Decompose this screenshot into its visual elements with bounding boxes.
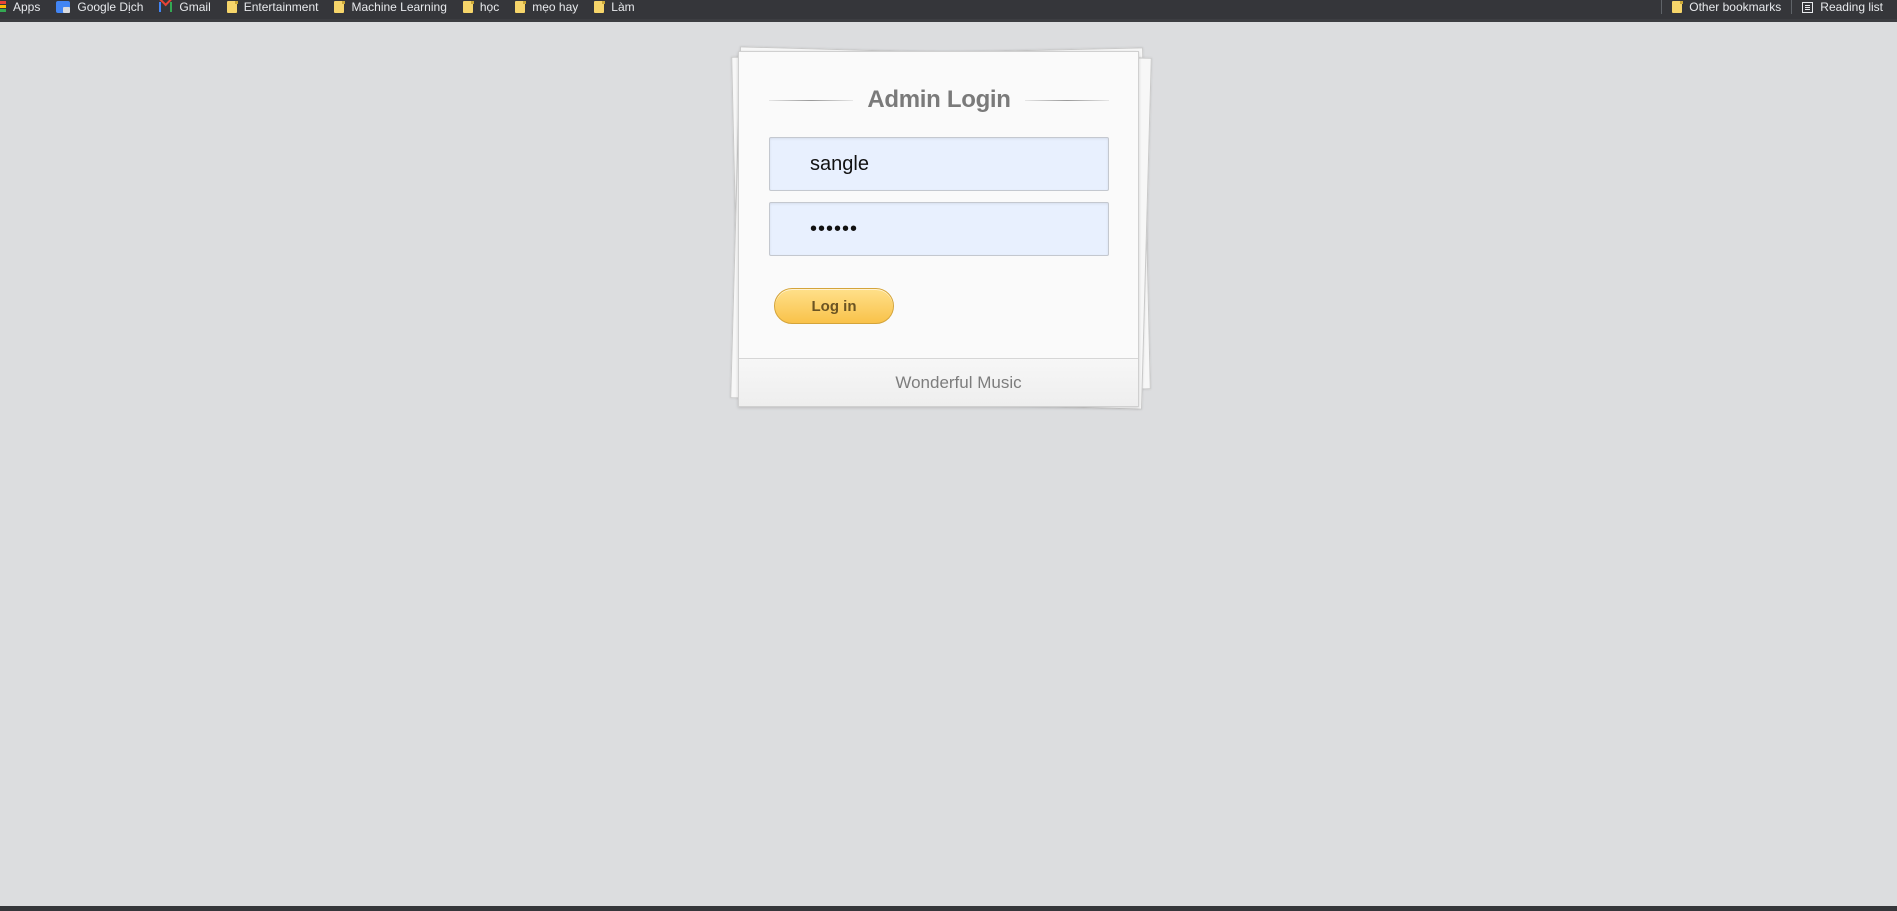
bookmarks-separator <box>1791 0 1793 14</box>
admin-login-card: Admin Login Log in Wonderful Music <box>738 51 1139 407</box>
folder-icon <box>334 1 346 13</box>
page-title: Admin Login <box>867 86 1011 113</box>
bookmark-apps[interactable]: Apps <box>0 0 40 14</box>
apps-icon <box>0 1 6 13</box>
password-field[interactable] <box>769 202 1109 256</box>
folder-icon <box>515 1 527 13</box>
bookmark-label: Other bookmarks <box>1689 0 1782 14</box>
bookmark-label: Entertainment <box>243 0 319 14</box>
bookmark-label: Apps <box>13 0 41 14</box>
bookmark-google-dich[interactable]: Google Dịch <box>56 0 143 14</box>
bookmark-label: Gmail <box>179 0 211 14</box>
bookmarks-right-group: Other bookmarks Reading list <box>1651 0 1883 14</box>
title-divider-left <box>769 99 854 101</box>
reading-list-icon <box>1802 1 1814 13</box>
login-title-row: Admin Login <box>769 82 1109 118</box>
username-field[interactable] <box>769 137 1109 191</box>
login-button[interactable]: Log in <box>774 288 894 324</box>
folder-icon <box>1672 1 1684 13</box>
bookmark-reading-list[interactable]: Reading list <box>1802 0 1883 14</box>
bookmarks-separator <box>1661 0 1663 14</box>
taskbar-edge <box>0 906 1897 911</box>
bookmark-gmail[interactable]: Gmail <box>159 0 211 14</box>
gmail-icon <box>159 2 173 12</box>
bookmark-folder-entertainment[interactable]: Entertainment <box>226 0 319 14</box>
bookmark-folder-machine-learning[interactable]: Machine Learning <box>334 0 447 14</box>
folder-icon <box>594 1 606 13</box>
folder-icon <box>226 1 238 13</box>
bookmark-label: học <box>479 0 500 14</box>
bookmark-label: Reading list <box>1820 0 1883 14</box>
folder-icon <box>462 1 474 13</box>
bookmark-folder-lam[interactable]: Làm <box>594 0 635 14</box>
bookmark-label: Google Dịch <box>77 0 144 14</box>
bookmark-folder-hoc[interactable]: học <box>462 0 500 14</box>
google-translate-icon <box>56 1 71 13</box>
bookmarks-left-group: Apps Google Dịch Gmail Entertainment Mac… <box>0 0 651 14</box>
title-divider-right <box>1024 99 1109 101</box>
bookmark-label: Làm <box>611 0 635 14</box>
bookmark-label: Machine Learning <box>351 0 447 14</box>
login-card-footer: Wonderful Music <box>739 358 1138 406</box>
bookmark-label: mẹo hay <box>532 0 579 14</box>
bookmarks-bar: Apps Google Dịch Gmail Entertainment Mac… <box>0 0 1897 22</box>
bookmark-other-bookmarks[interactable]: Other bookmarks <box>1672 0 1781 14</box>
bookmark-folder-meo-hay[interactable]: mẹo hay <box>515 0 578 14</box>
footer-site-name: Wonderful Music <box>895 372 1022 392</box>
